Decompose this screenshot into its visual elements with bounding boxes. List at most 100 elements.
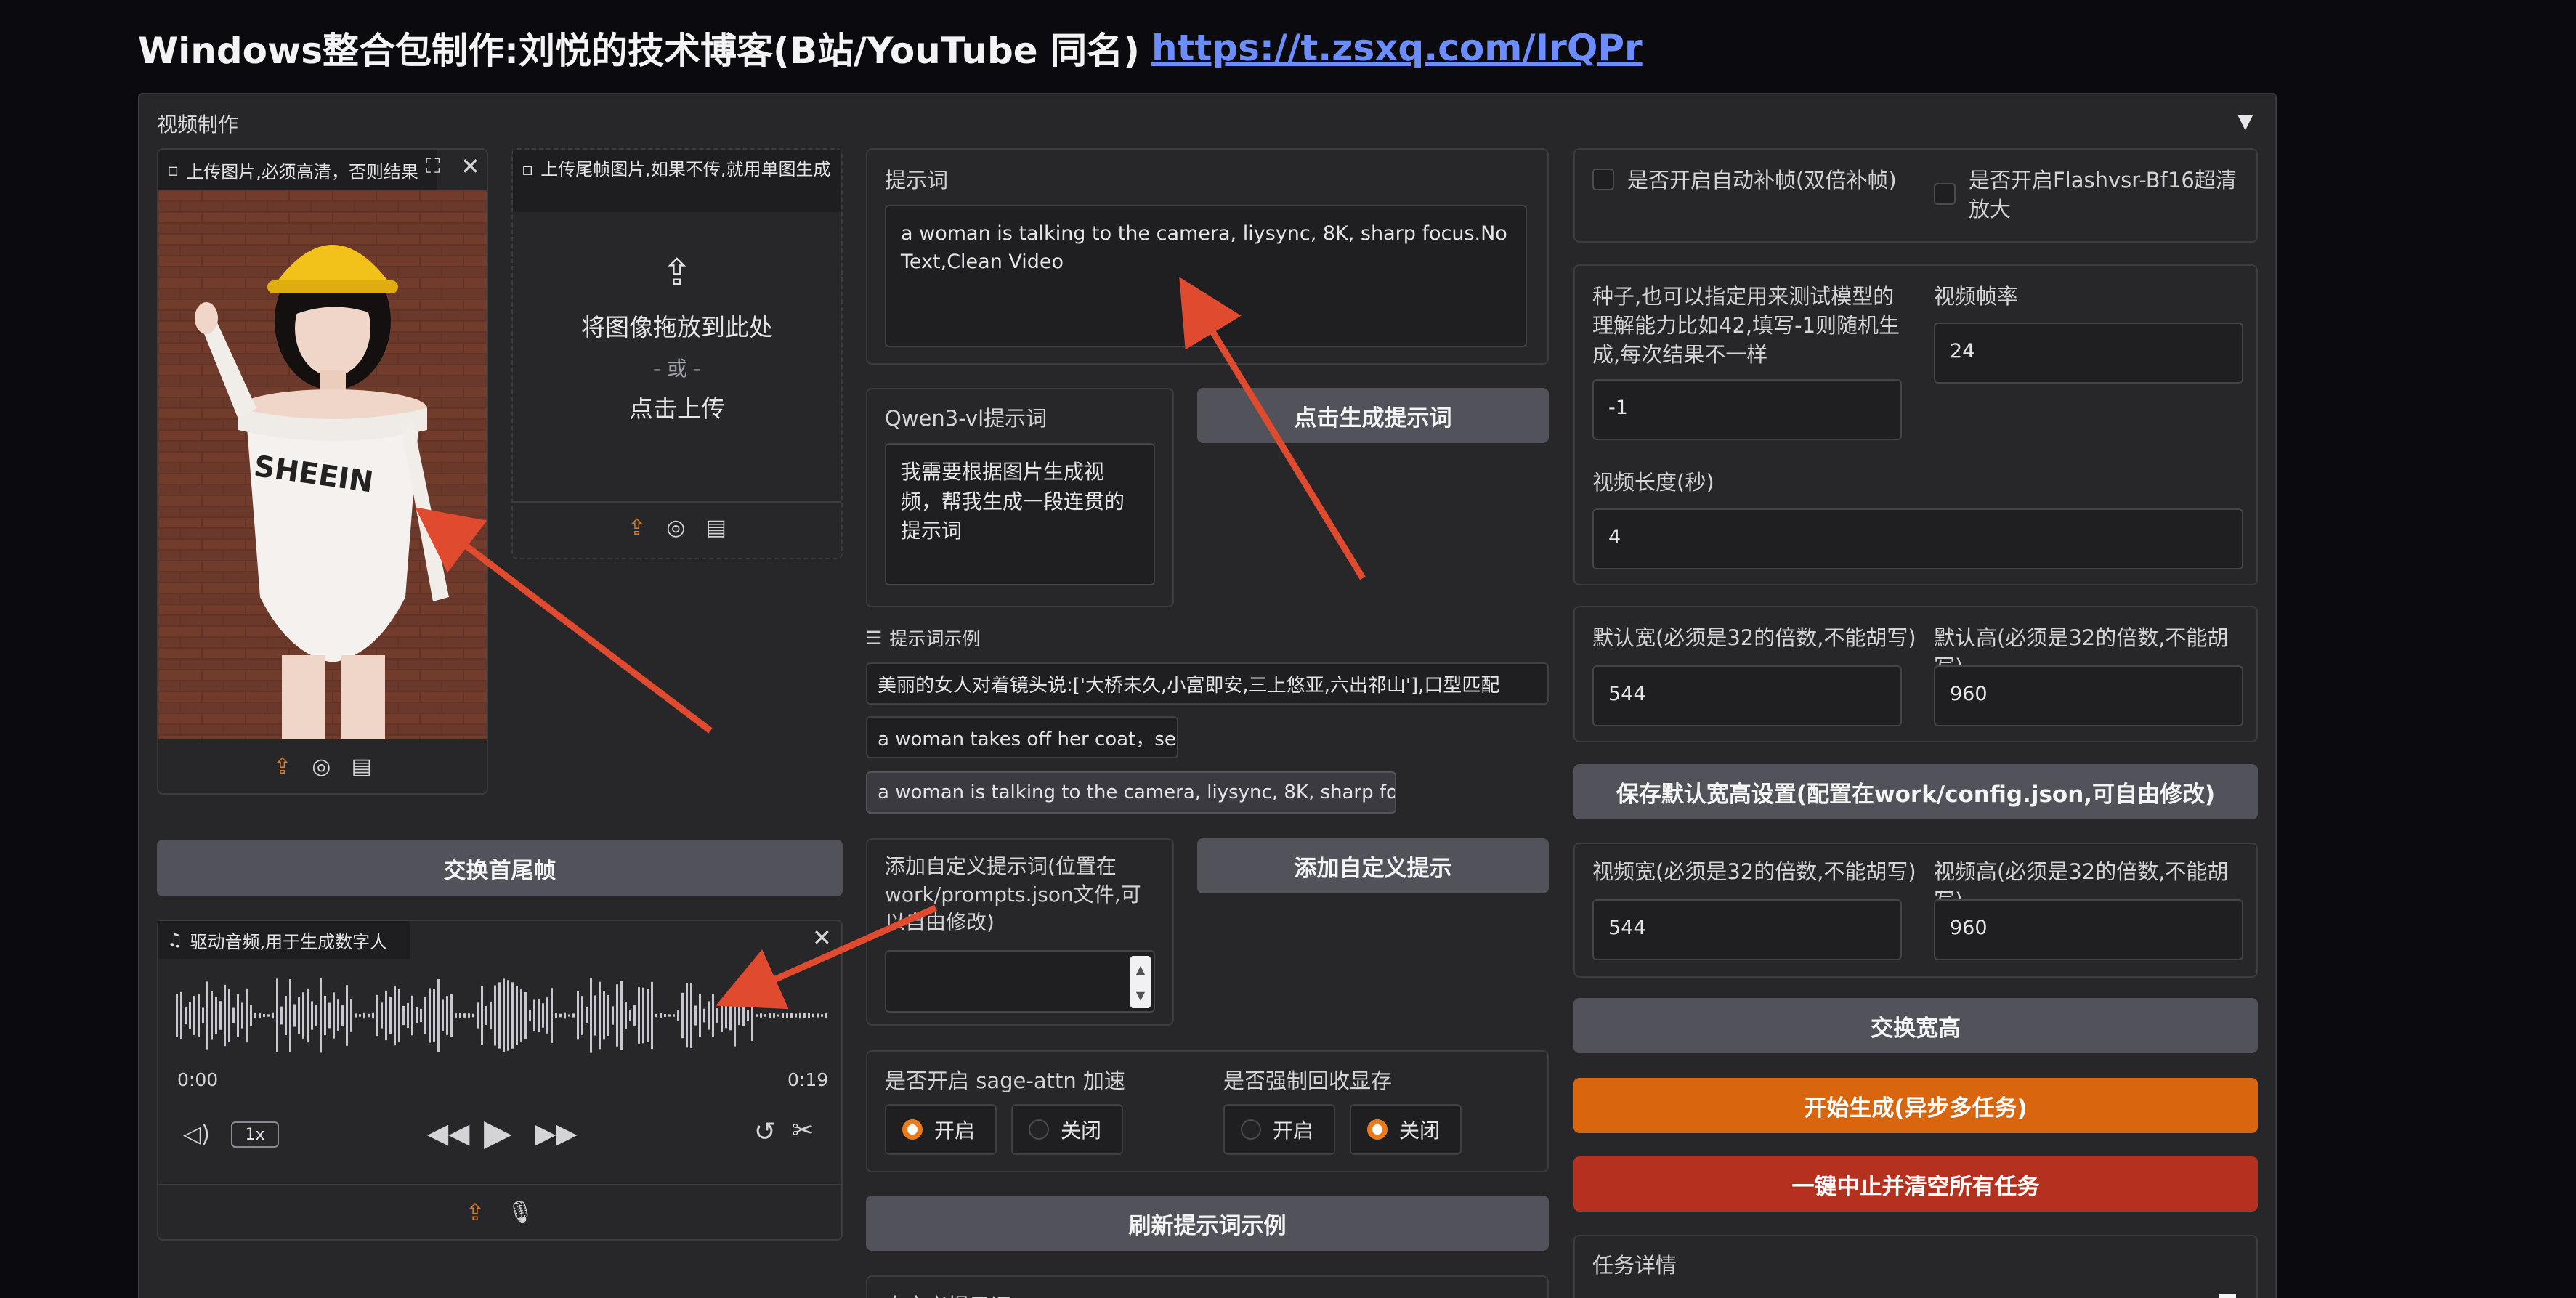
waveform-bar (267, 1014, 270, 1017)
spin-down-icon[interactable]: ▼ (1136, 989, 1145, 1002)
waveform-bar (468, 1013, 470, 1018)
last-frame-label: 上传尾帧图片,如果不传,就用单图生成 (540, 159, 831, 179)
blog-link[interactable]: https://t.zsxq.com/IrQPr (1151, 27, 1643, 69)
video-width-label: 视频宽(必须是32的倍数,不能胡写) (1592, 859, 1916, 884)
seed-block: 种子,也可以指定用来测试模型的理解能力比如42,填写-1则随机生成,每次结果不一… (1573, 264, 2258, 585)
scissors-icon[interactable]: ✂ (792, 1116, 814, 1145)
first-frame-tag: ▫ 上传图片,必须高清，否则结果 (158, 150, 437, 190)
last-frame-tag: ▫ 上传尾帧图片,如果不传,就用单图生成 (513, 150, 841, 212)
save-default-size-button[interactable]: 保存默认宽高设置(配置在work/config.json,可自由修改) (1573, 764, 2258, 819)
fullscreen-icon[interactable]: ⛶ (426, 154, 440, 179)
refresh-examples-button[interactable]: 刷新提示词示例 (866, 1196, 1549, 1251)
waveform-bar (607, 994, 609, 1037)
waveform-bar (660, 1013, 662, 1018)
waveform-bar (572, 1013, 575, 1018)
default-width-input[interactable]: 544 (1592, 665, 1902, 726)
task-scroll-handle[interactable] (2219, 1294, 2236, 1298)
sage-on-radio[interactable]: 开启 (885, 1104, 997, 1155)
custom-prompt-input[interactable] (885, 950, 1155, 1013)
sage-label: 是否开启 sage-attn 加速 (885, 1068, 1125, 1093)
example-item[interactable]: 美丽的女人对着镜头说:['大桥未久,小富即安,三上悠亚,六出祁山'],口型匹配 (866, 662, 1549, 705)
waveform-bar (568, 1014, 570, 1017)
vram-off-radio[interactable]: 关闭 (1350, 1104, 1462, 1155)
waveform-bar (651, 981, 653, 1050)
spin-icon[interactable]: ▲ ▼ (1130, 956, 1151, 1008)
vram-on-radio[interactable]: 开启 (1223, 1104, 1335, 1155)
waveform-bar (612, 1006, 614, 1025)
drop-zone[interactable]: ⇪ 将图像拖放到此处 - 或 - 点击上传 (513, 251, 841, 424)
waveform-bar (777, 1014, 779, 1017)
collapse-icon[interactable]: ▼ (2237, 109, 2253, 133)
webcam-icon[interactable]: ◎ (312, 754, 331, 779)
waveform-bar (420, 1008, 422, 1023)
sage-on-label: 开启 (934, 1119, 976, 1143)
last-frame-upload[interactable]: ▫ 上传尾帧图片,如果不传,就用单图生成 ⇪ 将图像拖放到此处 - 或 - 点击… (511, 148, 843, 559)
close-icon[interactable]: ✕ (461, 153, 480, 180)
waveform-bar (625, 1002, 627, 1029)
clipboard-icon[interactable]: ▤ (705, 515, 726, 540)
duration-input[interactable]: 4 (1592, 508, 2243, 569)
generate-prompt-button[interactable]: 点击生成提示词 (1197, 388, 1549, 443)
waveform-bar (790, 1013, 793, 1018)
custom-prompt-block: 添加自定义提示词(位置在work/prompts.json文件,可以自由修改) … (866, 838, 1174, 1026)
upload-icon[interactable]: ⇪ (466, 1198, 485, 1226)
first-frame-upload[interactable]: ▫ 上传图片,必须高清，否则结果 ⛶ ✕ SHEEIN ⇪ ◎ ▤ (157, 148, 488, 795)
waveform-bar (703, 1008, 705, 1023)
default-height-input[interactable]: 960 (1934, 665, 2243, 726)
play-icon[interactable]: ▶ (484, 1111, 511, 1153)
prompt-textarea[interactable]: a woman is talking to the camera, liysyn… (885, 205, 1527, 347)
rewind-icon[interactable]: ◀◀ (427, 1117, 469, 1149)
audio-component[interactable]: ♫ 驱动音频,用于生成数字人 ✕ 0:00 0:19 ◁) 1x ◀◀ ▶ ▶▶… (157, 920, 843, 1241)
webcam-icon[interactable]: ◎ (666, 515, 685, 540)
waveform-bar (424, 997, 426, 1034)
interp-checkbox[interactable] (1592, 169, 1614, 190)
examples-label: 提示词示例 (889, 628, 981, 649)
waveform-bar (481, 986, 483, 1045)
waveform-bar (586, 1007, 588, 1024)
waveform-bar (808, 1013, 810, 1018)
waveform-bar (555, 1013, 557, 1018)
waveform-bar (315, 1005, 317, 1026)
checks-block: 是否开启自动补帧(双倍补帧) 是否开启Flashvsr-Bf16超清放大 (1573, 148, 2258, 243)
video-height-input[interactable]: 960 (1934, 899, 2243, 960)
microphone-icon[interactable]: 🎙 (506, 1200, 534, 1225)
close-icon[interactable]: ✕ (812, 924, 832, 952)
waveform-bar (437, 979, 440, 1052)
waveform-bar (320, 978, 322, 1053)
start-generation-button[interactable]: 开始生成(异步多任务) (1573, 1078, 2258, 1133)
fps-input[interactable]: 24 (1934, 323, 2243, 384)
example-item-selected[interactable]: a woman is talking to the camera, liysyn… (866, 771, 1396, 814)
first-frame-label: 上传图片,必须高清，否则结果 (186, 161, 418, 182)
waveform[interactable] (173, 972, 827, 1059)
undo-icon[interactable]: ↺ (754, 1117, 776, 1147)
swap-frames-button[interactable]: 交换首尾帧 (157, 840, 843, 896)
waveform-bar (564, 1012, 566, 1019)
upload-icon[interactable]: ⇪ (628, 515, 646, 540)
waveform-bar (302, 992, 304, 1039)
sage-off-radio[interactable]: 关闭 (1011, 1104, 1123, 1155)
waveform-bar (542, 1003, 544, 1028)
seed-input[interactable]: -1 (1592, 379, 1902, 440)
add-custom-prompt-button[interactable]: 添加自定义提示 (1197, 838, 1549, 893)
qwen-textarea[interactable]: 我需要根据图片生成视频，帮我生成一段连贯的提示词 (885, 443, 1155, 585)
prompt-block: 提示词 a woman is talking to the camera, li… (866, 148, 1549, 365)
forward-icon[interactable]: ▶▶ (535, 1117, 577, 1149)
waveform-bar (337, 999, 339, 1031)
waveform-bar (708, 1001, 710, 1030)
clipboard-icon[interactable]: ▤ (351, 754, 371, 779)
waveform-bar (738, 1005, 740, 1026)
flashvsr-checkbox[interactable] (1934, 183, 1956, 205)
spin-up-icon[interactable]: ▲ (1136, 962, 1145, 976)
or-text: - 或 - (652, 357, 701, 381)
waveform-bar (219, 1001, 222, 1030)
waveform-bar (538, 998, 540, 1033)
speed-button[interactable]: 1x (231, 1121, 279, 1148)
waveform-bar (655, 1013, 657, 1018)
example-item[interactable]: a woman takes off her coat，sexy (866, 716, 1178, 758)
stop-all-button[interactable]: 一键中止并清空所有任务 (1573, 1156, 2258, 1212)
volume-icon[interactable]: ◁) (183, 1120, 210, 1148)
video-width-input[interactable]: 544 (1592, 899, 1902, 960)
upload-icon[interactable]: ⇪ (273, 754, 291, 779)
upload-arrow-icon: ⇪ (662, 251, 692, 293)
swap-wh-button[interactable]: 交换宽高 (1573, 998, 2258, 1053)
